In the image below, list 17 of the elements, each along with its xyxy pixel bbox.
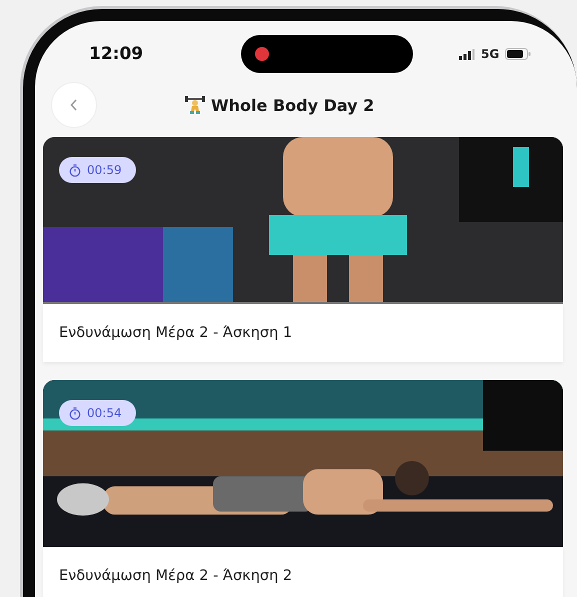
exercise-card[interactable]: Ενδυνάμωση Μέρα 2 - Άσκηση 1 [43, 304, 563, 362]
duration-badge: 00:54 [59, 400, 136, 426]
stopwatch-icon [69, 406, 81, 420]
clock-time: 12:09 [89, 44, 144, 64]
exercise-card[interactable]: Ενδυνάμωση Μέρα 2 - Άσκηση 2 [43, 547, 563, 597]
recording-dot-icon [255, 47, 269, 61]
exercise-title: Ενδυνάμωση Μέρα 2 - Άσκηση 2 [59, 568, 292, 584]
signal-icon [459, 48, 475, 60]
duration-badge: 00:59 [59, 157, 136, 183]
weightlifter-icon [185, 95, 205, 115]
back-button[interactable] [51, 82, 97, 128]
exercise-title: Ενδυνάμωση Μέρα 2 - Άσκηση 1 [59, 325, 292, 341]
back-chevron-icon [70, 99, 78, 111]
screen-title: Whole Body Day 2 [211, 96, 374, 114]
stopwatch-icon [69, 164, 81, 176]
network-label: 5G [481, 47, 500, 61]
battery-icon [505, 48, 532, 60]
